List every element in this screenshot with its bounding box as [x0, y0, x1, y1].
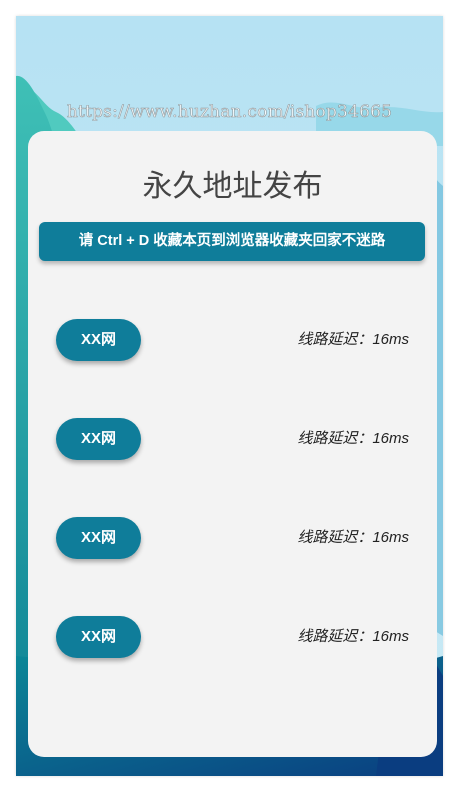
route-button-1[interactable]: XX网 — [56, 319, 141, 361]
route-button-2[interactable]: XX网 — [56, 418, 141, 460]
bookmark-notice-banner: 请 Ctrl + D 收藏本页到浏览器收藏夹回家不迷路 — [39, 222, 425, 261]
address-card: 永久地址发布 请 Ctrl + D 收藏本页到浏览器收藏夹回家不迷路 XX网 线… — [28, 131, 437, 757]
route-latency-1: 线路延迟：16ms — [297, 331, 409, 348]
page-frame: https://www.huzhan.com/ishop34665 永久地址发布… — [16, 16, 443, 776]
route-button-3[interactable]: XX网 — [56, 517, 141, 559]
route-latency-4: 线路延迟：16ms — [297, 628, 409, 645]
route-row: XX网 线路延迟：16ms — [28, 319, 437, 363]
route-button-4[interactable]: XX网 — [56, 616, 141, 658]
route-latency-3: 线路延迟：16ms — [297, 529, 409, 546]
route-latency-2: 线路延迟：16ms — [297, 430, 409, 447]
watermark-url: https://www.huzhan.com/ishop34665 — [66, 102, 393, 123]
page-title: 永久地址发布 — [142, 169, 323, 204]
route-row: XX网 线路延迟：16ms — [28, 418, 437, 462]
route-row: XX网 线路延迟：16ms — [28, 616, 437, 660]
route-row: XX网 线路延迟：16ms — [28, 517, 437, 561]
